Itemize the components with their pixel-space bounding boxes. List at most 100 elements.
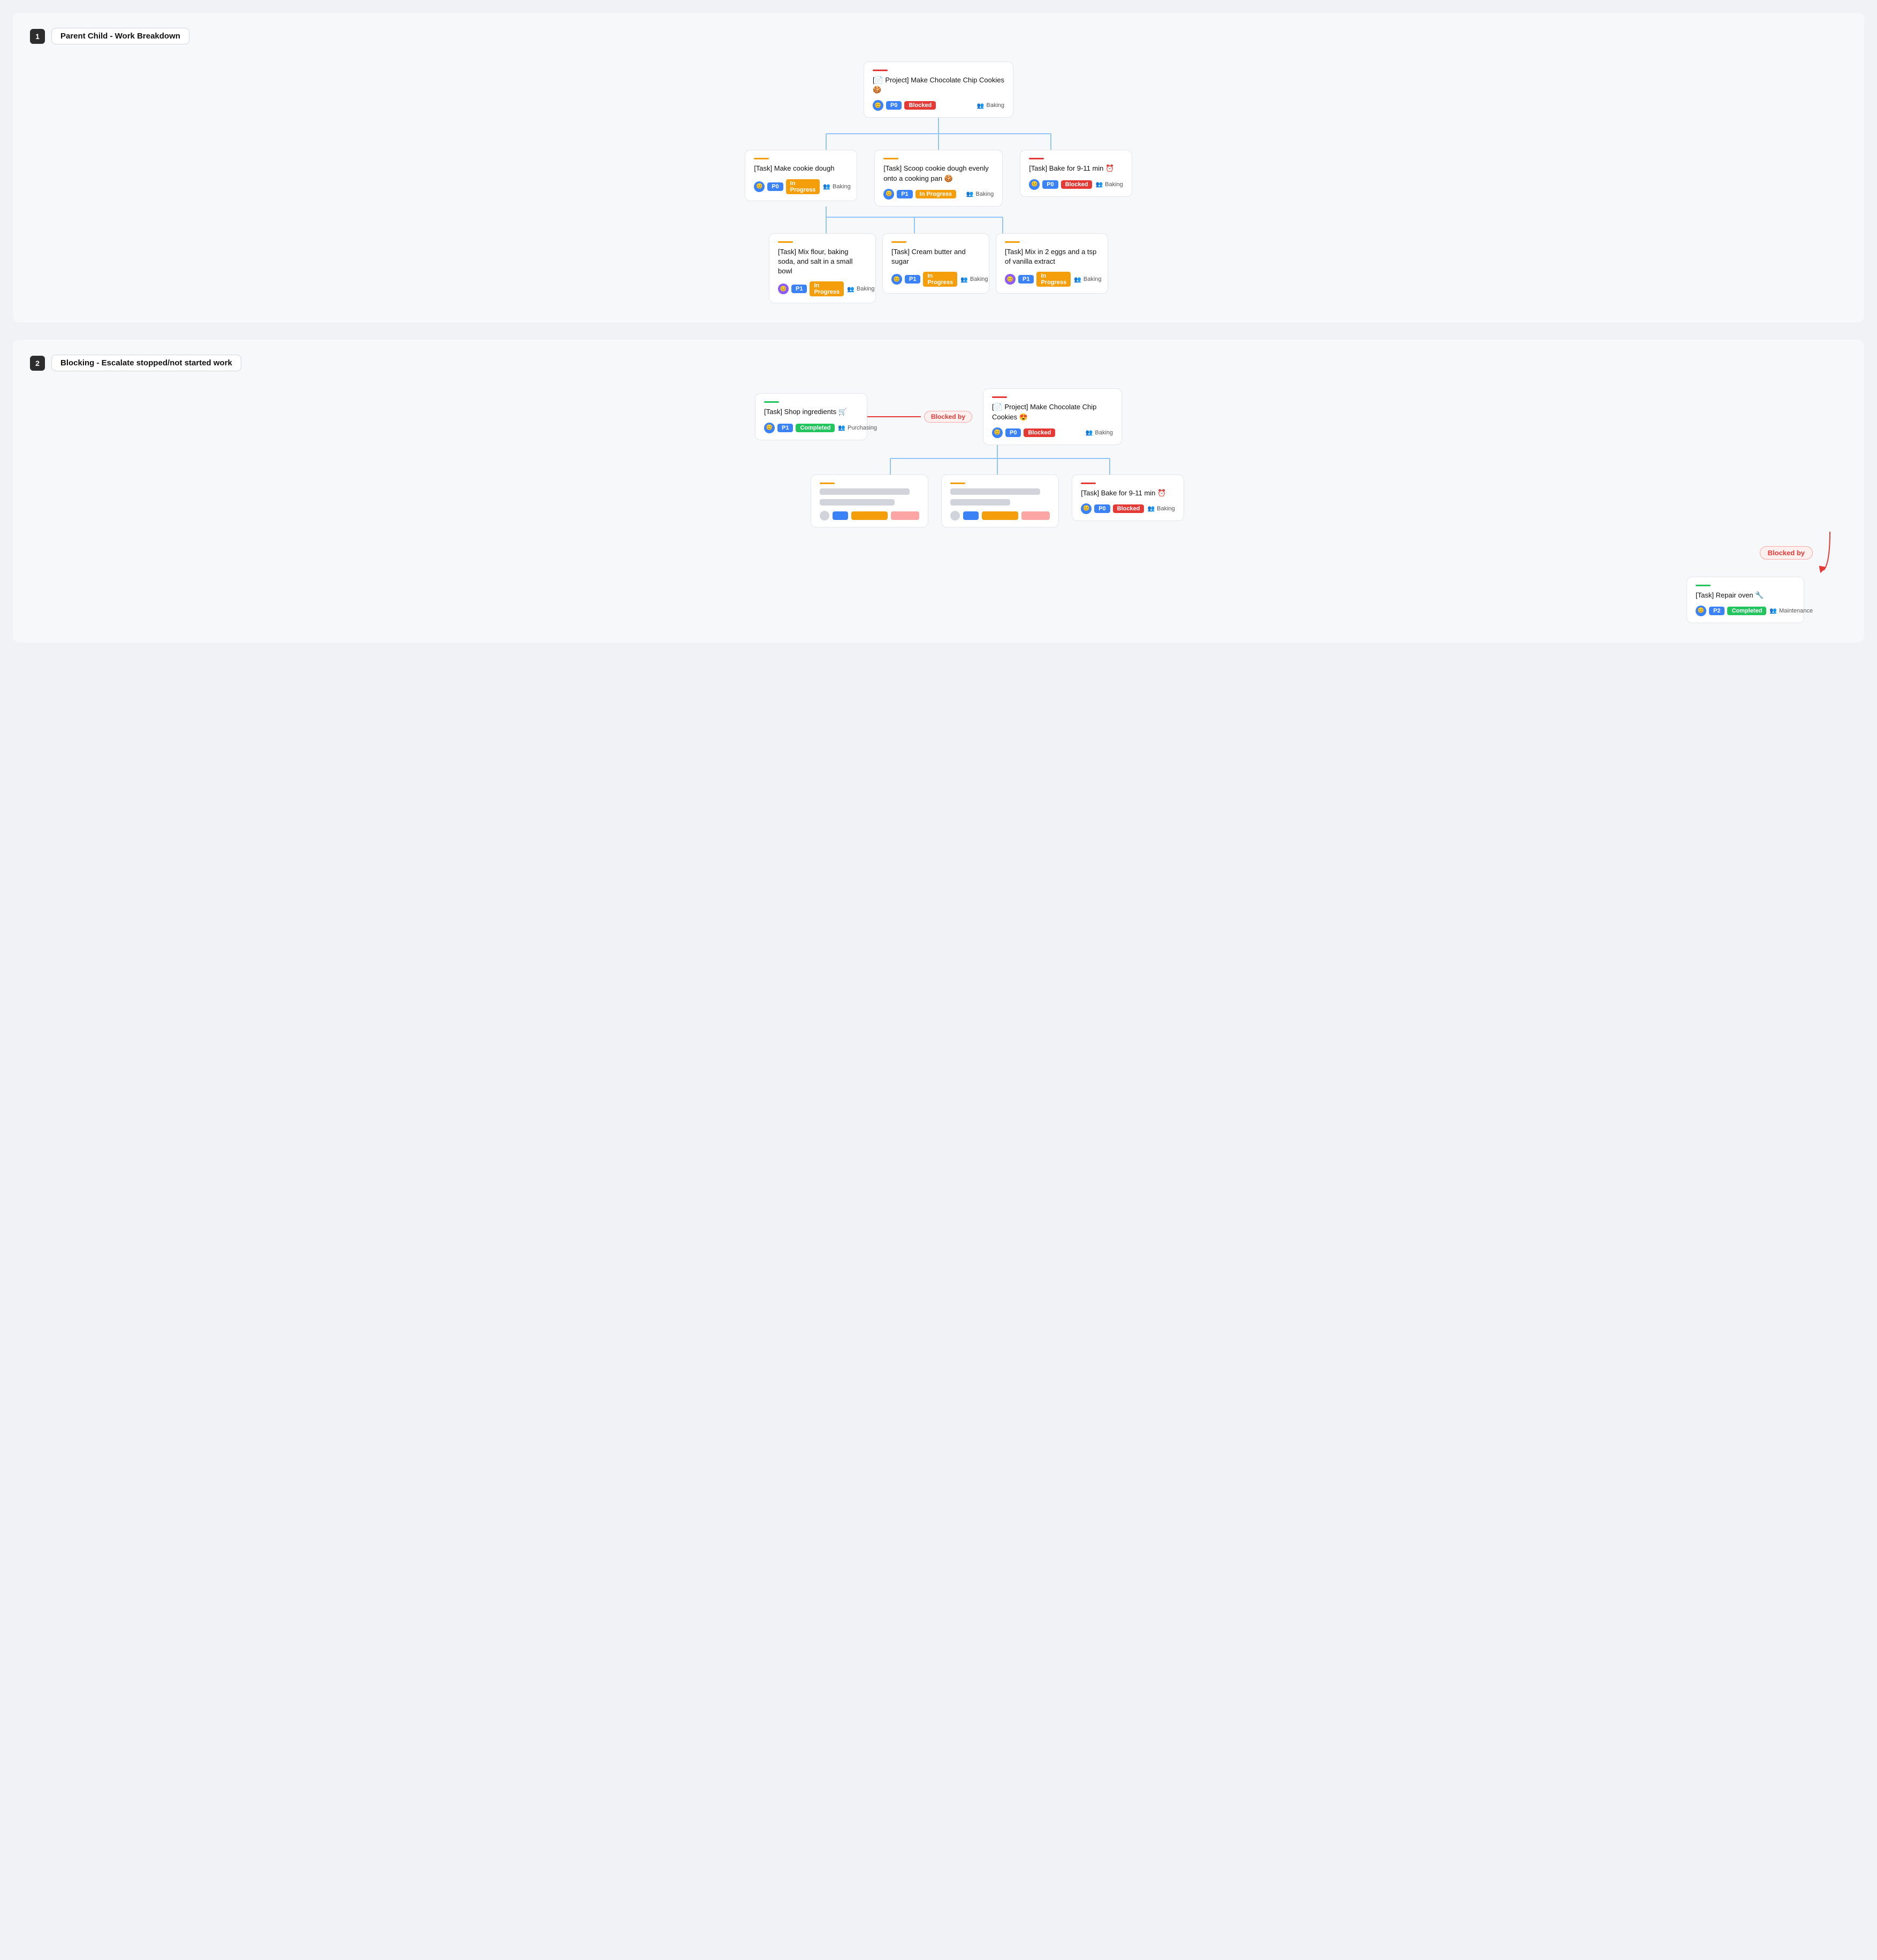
root-card[interactable]: [📄 Project] Make Chocolate Chip Cookies … [864, 62, 1013, 118]
root-priority-badge: P0 [886, 101, 902, 110]
level2-card-0[interactable]: [Task] Make cookie dough 😊 P0 In Progres… [745, 150, 857, 201]
shop-footer-left: 😊 P1 Completed [764, 423, 835, 433]
bake-footer-left: 😊 P0 Blocked [1081, 503, 1144, 514]
blurred-1-line-2 [820, 499, 895, 506]
level3-card-0[interactable]: [Task] Mix flour, baking soda, and salt … [769, 233, 876, 304]
repair-accent [1696, 585, 1711, 586]
shop-team: 👥 Purchasing [838, 424, 877, 431]
arrow-svg-2 [1819, 532, 1836, 575]
blurred-2-badge-blue [963, 511, 979, 520]
blurred-card-1 [811, 474, 928, 527]
l2-2-team: 👥 Baking [1095, 181, 1123, 188]
repair-footer-left: 😊 P2 Completed [1696, 606, 1766, 616]
team-icon-project-s2: 👥 [1086, 429, 1093, 436]
l2-0-status: In Progress [786, 179, 820, 194]
team-icon-repair: 👥 [1769, 607, 1777, 614]
team-icon-l3-0: 👥 [847, 286, 854, 293]
team-icon: 👥 [977, 102, 985, 109]
root-team: 👥 Baking [977, 102, 1004, 109]
l2-0-avatar: 😊 [754, 181, 765, 192]
l3-0-footer-left: 😊 P1 In Progress [778, 281, 844, 296]
l3-1-accent [891, 241, 906, 243]
s2-level2: [Task] Bake for 9-11 min ⏰ 😊 P0 Blocked … [148, 474, 1847, 527]
project-accent-s2 [992, 396, 1007, 398]
root-row: [📄 Project] Make Chocolate Chip Cookies … [30, 62, 1847, 118]
shop-priority: P1 [777, 424, 793, 432]
bake-card[interactable]: [Task] Bake for 9-11 min ⏰ 😊 P0 Blocked … [1072, 474, 1184, 521]
repair-status: Completed [1727, 607, 1766, 615]
l2-1-footer-left: 😊 P1 In Progress [883, 189, 956, 200]
project-team-s2: 👥 Baking [1086, 429, 1113, 436]
section-2: 2 Blocking - Escalate stopped/not starte… [13, 340, 1864, 642]
root-footer-left: 😊 P0 Blocked [873, 100, 936, 111]
blurred-2-circle [950, 511, 959, 520]
l2-2-priority: P0 [1042, 180, 1058, 189]
section-1-number: 1 [30, 29, 45, 44]
l2-0-title: [Task] Make cookie dough [754, 164, 848, 173]
shop-card[interactable]: [Task] Shop ingredients 🛒 😊 P1 Completed… [755, 393, 867, 440]
team-icon-l2-0: 👥 [823, 183, 830, 190]
l3-0-avatar: 😊 [778, 284, 789, 294]
level2-card-1[interactable]: [Task] Scoop cookie dough evenly onto a … [874, 150, 1003, 206]
blocked-by-2-row: Blocked by [1760, 532, 1836, 575]
root-status-badge: Blocked [904, 101, 936, 110]
l2-1-title: [Task] Scoop cookie dough evenly onto a … [883, 164, 994, 183]
l2-0-accent [754, 158, 769, 159]
blurred-card-2 [941, 474, 1059, 527]
level2-card-2[interactable]: [Task] Bake for 9-11 min ⏰ 😊 P0 Blocked … [1020, 150, 1132, 196]
root-accent [873, 70, 888, 71]
l3-0-priority: P1 [791, 285, 807, 293]
team-icon-shop: 👥 [838, 424, 845, 431]
level2-connector [30, 206, 1847, 233]
l3-0-team: 👥 Baking [847, 286, 874, 293]
l2-1-avatar: 😊 [883, 189, 894, 200]
l2-1-team: 👥 Baking [966, 190, 994, 197]
team-icon-l3-2: 👥 [1074, 276, 1081, 283]
l2-1-priority: P1 [897, 190, 912, 198]
bake-priority: P0 [1094, 504, 1110, 513]
bake-team: 👥 Baking [1147, 505, 1174, 512]
project-title-s2: [📄 Project] Make Chocolate Chip Cookies … [992, 402, 1113, 422]
project-footer-s2: 😊 P0 Blocked 👥 Baking [992, 427, 1113, 438]
level3-card-2[interactable]: [Task] Mix in 2 eggs and a tsp of vanill… [996, 233, 1108, 294]
team-icon-l3-1: 👥 [960, 276, 968, 283]
team-icon-l2-2: 👥 [1095, 181, 1103, 188]
l2-0-footer: 😊 P0 In Progress 👥 Baking [754, 179, 848, 194]
l3-1-status: In Progress [923, 272, 957, 287]
root-team-label: Baking [986, 102, 1004, 109]
repair-card[interactable]: [Task] Repair oven 🔧 😊 P2 Completed 👥 Ma… [1687, 577, 1804, 623]
l2-2-accent [1029, 158, 1044, 159]
level3-card-1[interactable]: [Task] Cream butter and sugar 😊 P1 In Pr… [882, 233, 989, 294]
root-avatar: 😊 [873, 100, 883, 111]
l2-1-accent [883, 158, 898, 159]
blurred-1-badge-pink [891, 511, 919, 520]
shop-status: Completed [796, 424, 835, 432]
l3-1-avatar: 😊 [891, 274, 902, 285]
project-avatar-s2: 😊 [992, 427, 1003, 438]
blurred-2-footer [950, 511, 1050, 520]
l2-1-footer: 😊 P1 In Progress 👥 Baking [883, 189, 994, 200]
shop-footer: 😊 P1 Completed 👥 Purchasing [764, 423, 858, 433]
s2-connector-svg [837, 445, 1158, 474]
shop-avatar: 😊 [764, 423, 775, 433]
blocked-by-badge-2: Blocked by [1760, 546, 1813, 560]
bake-status: Blocked [1113, 504, 1144, 513]
level2-row: [Task] Make cookie dough 😊 P0 In Progres… [30, 150, 1847, 206]
l3-0-footer: 😊 P1 In Progress 👥 Baking [778, 281, 867, 296]
shop-title: [Task] Shop ingredients 🛒 [764, 407, 858, 417]
project-card-s2[interactable]: [📄 Project] Make Chocolate Chip Cookies … [983, 388, 1122, 445]
project-status-s2: Blocked [1024, 428, 1055, 437]
repair-card-wrapper: [Task] Repair oven 🔧 😊 P2 Completed 👥 Ma… [1687, 577, 1804, 623]
project-priority-s2: P0 [1005, 428, 1021, 437]
section-1-header: 1 Parent Child - Work Breakdown [30, 28, 1847, 44]
l3-2-avatar: 😊 [1005, 274, 1016, 285]
l2-0-team: 👥 Baking [823, 183, 850, 190]
l3-2-title: [Task] Mix in 2 eggs and a tsp of vanill… [1005, 247, 1099, 266]
l3-0-title: [Task] Mix flour, baking soda, and salt … [778, 247, 867, 277]
arrow-svg-1 [862, 408, 926, 425]
l3-2-priority: P1 [1018, 275, 1034, 284]
repair-team: 👥 Maintenance [1769, 607, 1813, 614]
repair-title: [Task] Repair oven 🔧 [1696, 591, 1795, 600]
repair-priority: P2 [1709, 607, 1725, 615]
blurred-2-badge-yellow [982, 511, 1018, 520]
